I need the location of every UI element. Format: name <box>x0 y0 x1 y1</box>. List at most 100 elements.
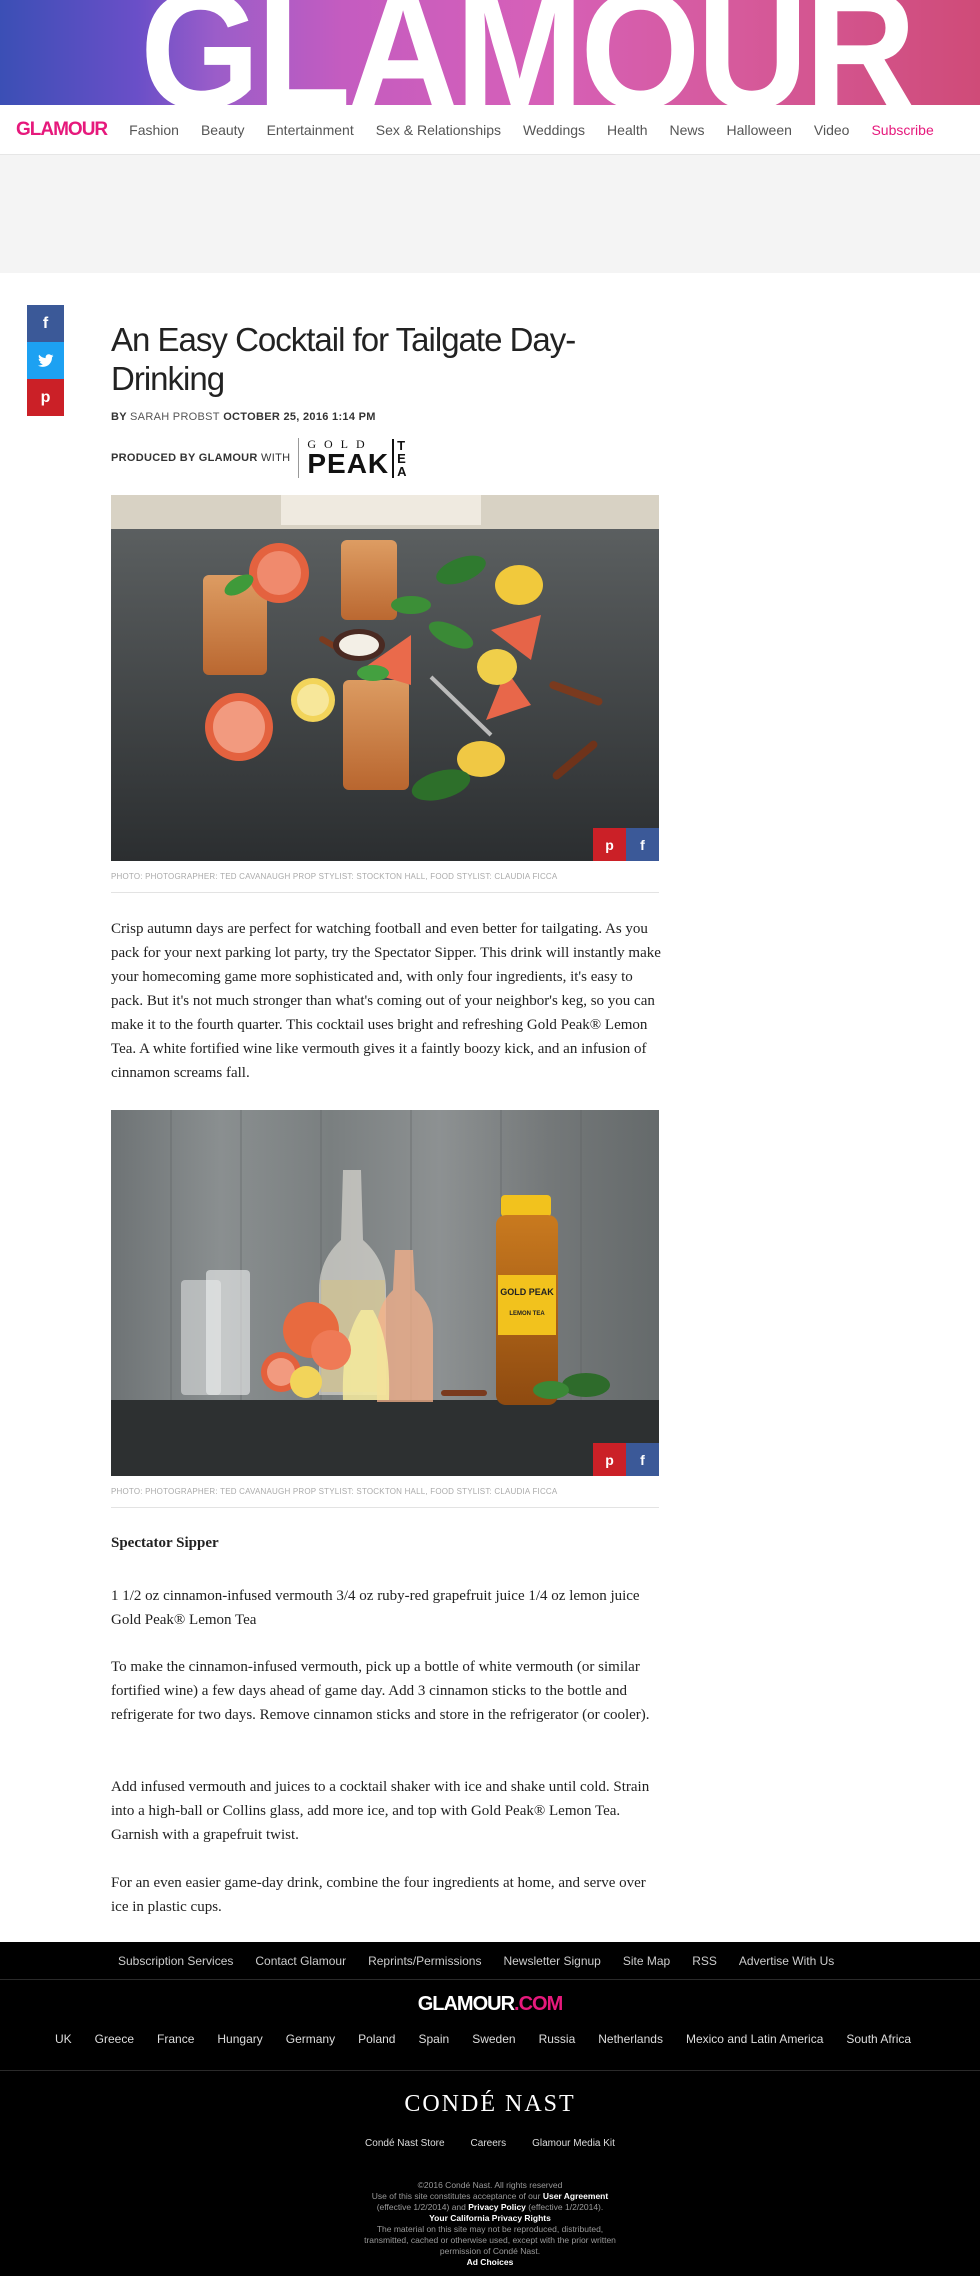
sponsor-logo[interactable]: GOLD PEAK T E A <box>298 438 407 478</box>
privacy-policy-link[interactable]: Privacy Policy <box>468 2202 526 2212</box>
photo-facebook-button[interactable]: f <box>626 828 659 861</box>
nav-item-video[interactable]: Video <box>814 122 850 138</box>
media-kit-link[interactable]: Glamour Media Kit <box>532 2138 615 2149</box>
footer-logo-com: .COM <box>514 1993 563 2015</box>
facebook-share-button[interactable]: f <box>27 305 64 342</box>
nav-item-entertainment[interactable]: Entertainment <box>267 122 354 138</box>
sponsor-logo-e: E <box>397 450 407 466</box>
california-privacy-link[interactable]: Your California Privacy Rights <box>429 2213 551 2223</box>
legal-line: Use of this site constitutes acceptance … <box>371 2191 541 2201</box>
ingredients-photo-art: GOLD PEAK LEMON TEA <box>111 1110 659 1476</box>
sponsor-line: PRODUCED BY GLAMOUR WITH GOLD PEAK T E A <box>111 438 407 478</box>
nav-item-fashion[interactable]: Fashion <box>129 122 179 138</box>
nav-item-health[interactable]: Health <box>607 122 647 138</box>
author-link[interactable]: SARAH PROBST <box>130 411 220 423</box>
facebook-icon: f <box>42 314 49 332</box>
nav-item-news[interactable]: News <box>670 122 705 138</box>
legal-line: permission of Condé Nast. <box>439 2246 541 2256</box>
edition-uk[interactable]: UK <box>55 2032 72 2046</box>
footer-link-sitemap[interactable]: Site Map <box>623 1954 670 1968</box>
careers-link[interactable]: Careers <box>471 2138 507 2149</box>
edition-france[interactable]: France <box>157 2032 194 2046</box>
footer-link-newsletter[interactable]: Newsletter Signup <box>503 1954 600 1968</box>
footer-link-reprints[interactable]: Reprints/Permissions <box>368 1954 481 1968</box>
edition-sweden[interactable]: Sweden <box>472 2032 515 2046</box>
recipe-title: Spectator Sipper <box>111 1535 219 1551</box>
conde-store-link[interactable]: Condé Nast Store <box>365 2138 445 2149</box>
photo-credit: PHOTO: PHOTOGRAPHER: TED CAVANAUGH PROP … <box>111 872 558 881</box>
edition-spain[interactable]: Spain <box>418 2032 449 2046</box>
cocktail-photo-art <box>111 495 659 861</box>
step-paragraph: Add infused vermouth and juices to a coc… <box>111 1779 650 1843</box>
photo-pinterest-button[interactable]: p <box>593 828 626 861</box>
twitter-icon <box>37 353 53 367</box>
footer-link-advertise[interactable]: Advertise With Us <box>739 1954 834 1968</box>
footer-logo[interactable]: GLAMOUR.COM <box>0 1993 980 2016</box>
nav-item-beauty[interactable]: Beauty <box>201 122 245 138</box>
edition-poland[interactable]: Poland <box>358 2032 395 2046</box>
publish-date: OCTOBER 25, 2016 1:14 PM <box>223 411 376 423</box>
ingredients-paragraph: 1 1/2 oz cinnamon-infused vermouth 3/4 o… <box>111 1588 640 1628</box>
copyright: ©2016 Condé Nast. All rights reserved <box>417 2180 563 2190</box>
edition-russia[interactable]: Russia <box>539 2032 576 2046</box>
footer-links: Subscription Services Contact Glamour Re… <box>118 1943 856 1979</box>
photo-facebook-button[interactable]: f <box>626 1443 659 1476</box>
intro-paragraph: Crisp autumn days are perfect for watchi… <box>111 921 661 1081</box>
nav-subscribe-link[interactable]: Subscribe <box>871 122 933 138</box>
footer-link-rss[interactable]: RSS <box>692 1954 717 1968</box>
footer-link-subscription[interactable]: Subscription Services <box>118 1954 233 1968</box>
byline-by: BY <box>111 411 127 423</box>
footer-link-contact[interactable]: Contact Glamour <box>255 1954 346 1968</box>
twitter-share-button[interactable] <box>27 342 64 379</box>
edition-hungary[interactable]: Hungary <box>217 2032 262 2046</box>
pinterest-share-button[interactable]: p <box>27 379 64 416</box>
banner-logo: GLAMOUR <box>140 0 916 105</box>
legal-line: (effective 1/2/2014). <box>528 2202 604 2212</box>
photo-credit: PHOTO: PHOTOGRAPHER: TED CAVANAUGH PROP … <box>111 1487 558 1496</box>
cocktail-photo: p f <box>111 495 659 861</box>
footer-divider <box>0 1979 980 1980</box>
nav-item-weddings[interactable]: Weddings <box>523 122 585 138</box>
pinterest-icon: p <box>605 836 614 853</box>
user-agreement-link[interactable]: User Agreement <box>543 2191 608 2201</box>
nav-item-halloween[interactable]: Halloween <box>727 122 792 138</box>
step-paragraph: For an even easier game-day drink, combi… <box>111 1875 646 1915</box>
ingredients-photo: GOLD PEAK LEMON TEA p f <box>111 1110 659 1476</box>
legal-line: The material on this site may not be rep… <box>376 2224 604 2234</box>
edition-germany[interactable]: Germany <box>286 2032 335 2046</box>
ad-placeholder <box>0 155 980 273</box>
conde-nast-logo[interactable]: CONDÉ NAST <box>0 2091 980 2118</box>
byline: BY SARAH PROBST OCTOBER 25, 2016 1:14 PM <box>111 411 376 423</box>
sponsor-logo-a: A <box>397 463 407 479</box>
step-paragraph: To make the cinnamon-infused vermouth, p… <box>111 1659 650 1723</box>
conde-links: Condé Nast Store Careers Glamour Media K… <box>0 2138 980 2149</box>
nav-logo[interactable]: GLAMOUR <box>16 119 108 141</box>
main-nav: GLAMOUR Fashion Beauty Entertainment Sex… <box>0 105 980 155</box>
edition-greece[interactable]: Greece <box>95 2032 134 2046</box>
bottle-label-brand: GOLD PEAK <box>500 1287 554 1297</box>
edition-netherlands[interactable]: Netherlands <box>598 2032 663 2046</box>
legal-line: (effective 1/2/2014) and <box>376 2202 466 2212</box>
ad-choices-link[interactable]: Ad Choices <box>467 2257 514 2267</box>
produced-by-label: PRODUCED BY GLAMOUR <box>111 452 258 464</box>
divider <box>111 892 659 893</box>
with-label: WITH <box>261 452 291 464</box>
edition-mexico-latin-america[interactable]: Mexico and Latin America <box>686 2032 823 2046</box>
sponsor-logo-peak: PEAK <box>307 448 390 479</box>
article-title: An Easy Cocktail for Tailgate Day-Drinki… <box>111 321 576 397</box>
footer-divider <box>0 2070 980 2071</box>
photo-pinterest-button[interactable]: p <box>593 1443 626 1476</box>
share-rail: f p <box>27 305 64 416</box>
pinterest-icon: p <box>40 388 51 406</box>
hero-banner[interactable]: GLAMOUR <box>0 0 980 105</box>
edition-south-africa[interactable]: South Africa <box>846 2032 911 2046</box>
sponsor-logo-tea: T E A <box>392 437 407 479</box>
photo-share-bar: p f <box>593 1443 659 1476</box>
pinterest-icon: p <box>605 1451 614 1468</box>
divider <box>111 1507 659 1508</box>
facebook-icon: f <box>640 1451 645 1468</box>
footer-logo-glamour: GLAMOUR <box>417 1993 515 2015</box>
nav-item-sex-relationships[interactable]: Sex & Relationships <box>376 122 501 138</box>
international-editions: UK Greece France Hungary Germany Poland … <box>55 2032 934 2046</box>
sponsor-logo-t: T <box>397 437 406 453</box>
